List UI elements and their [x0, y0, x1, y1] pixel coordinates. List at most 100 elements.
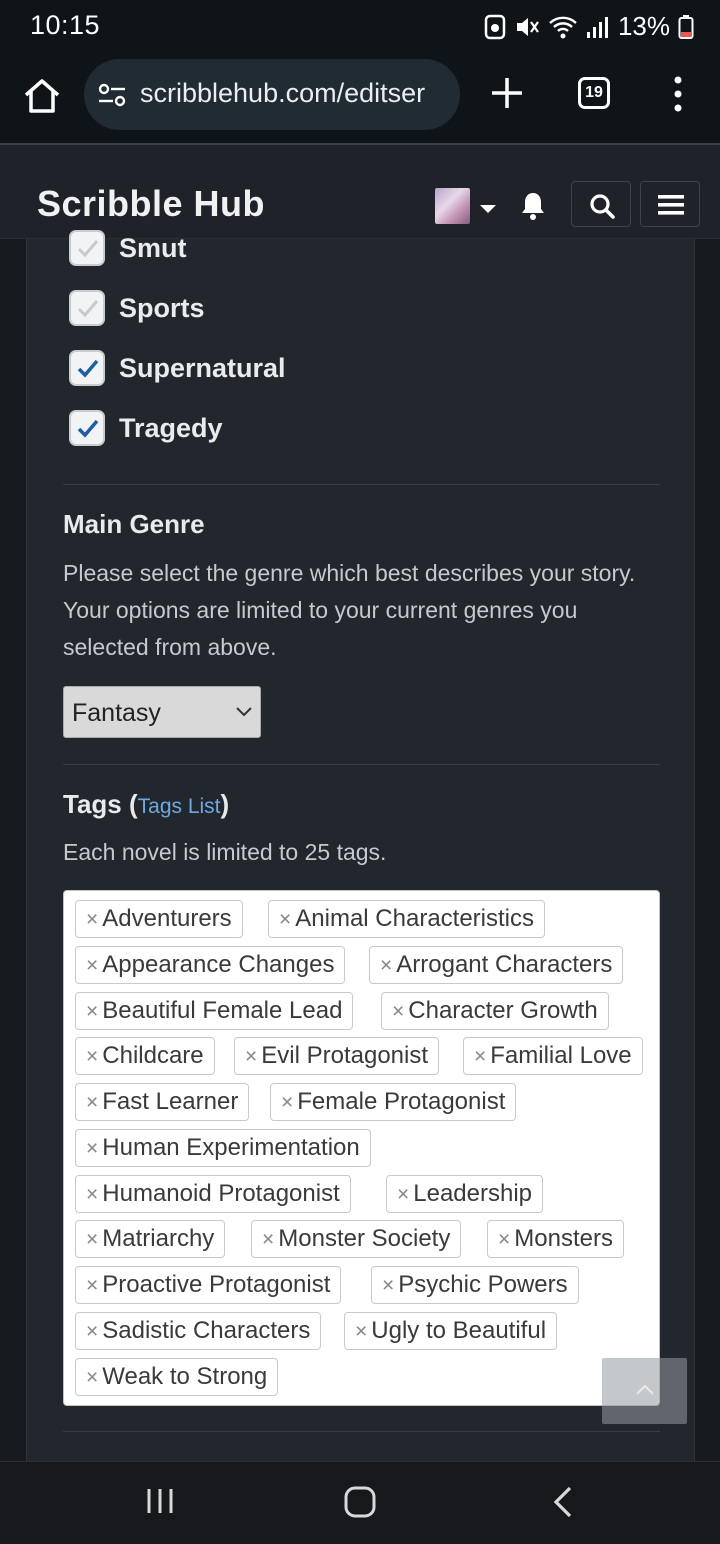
section-divider: [63, 1431, 660, 1432]
remove-tag-icon[interactable]: ×: [86, 1320, 98, 1343]
checkbox[interactable]: [69, 290, 105, 326]
remove-tag-icon[interactable]: ×: [86, 1274, 98, 1297]
home-icon[interactable]: [20, 74, 64, 118]
site-header: Scribble Hub: [0, 145, 720, 239]
remove-tag-icon[interactable]: ×: [86, 1228, 98, 1251]
new-tab-icon[interactable]: [488, 74, 526, 112]
browser-toolbar: scribblehub.com/editser 19: [0, 52, 720, 143]
genre-option-supernatural[interactable]: Supernatural: [69, 348, 286, 388]
section-divider: [63, 764, 660, 765]
tag-chip[interactable]: × Familial Love: [463, 1037, 643, 1075]
remove-tag-icon[interactable]: ×: [86, 1091, 98, 1114]
site-logo[interactable]: Scribble Hub: [37, 183, 265, 225]
bell-icon[interactable]: [519, 191, 547, 221]
recent-apps-icon[interactable]: [146, 1486, 174, 1516]
checkbox[interactable]: [69, 230, 105, 266]
tag-chip[interactable]: × Leadership: [386, 1175, 544, 1213]
genre-label: Tragedy: [119, 412, 223, 443]
genre-option-sports[interactable]: Sports: [69, 288, 205, 328]
tag-chip[interactable]: × Animal Characteristics: [268, 900, 545, 938]
genre-option-smut[interactable]: Smut: [69, 228, 187, 268]
remove-tag-icon[interactable]: ×: [279, 908, 291, 931]
url-text[interactable]: scribblehub.com/editser: [140, 78, 446, 109]
checkbox[interactable]: [69, 350, 105, 386]
tag-chip[interactable]: × Proactive Protagonist: [75, 1266, 342, 1304]
remove-tag-icon[interactable]: ×: [86, 1045, 98, 1068]
battery-percent: 13%: [617, 11, 670, 41]
status-bar: 10:15 13%: [0, 0, 720, 52]
remove-tag-icon[interactable]: ×: [86, 1183, 98, 1206]
tags-heading: Tags (Tags List): [63, 789, 230, 819]
system-nav-bar: [0, 1461, 720, 1544]
hamburger-icon: [658, 195, 684, 215]
remove-tag-icon[interactable]: ×: [380, 954, 392, 977]
remove-tag-icon[interactable]: ×: [281, 1091, 293, 1114]
remove-tag-icon[interactable]: ×: [86, 1137, 98, 1160]
tag-chip[interactable]: × Ugly to Beautiful: [344, 1312, 558, 1350]
main-genre-select[interactable]: Fantasy: [63, 686, 261, 738]
status-time: 10:15: [30, 10, 101, 40]
tags-limit-note: Each novel is limited to 25 tags.: [63, 839, 387, 865]
tag-chip[interactable]: × Female Protagonist: [270, 1083, 517, 1121]
tag-chip[interactable]: × Evil Protagonist: [234, 1037, 440, 1075]
chevron-up-icon: [636, 1384, 654, 1395]
avatar[interactable]: [435, 188, 470, 224]
remove-tag-icon[interactable]: ×: [392, 1000, 404, 1023]
main-genre-description: Please select the genre which best descr…: [63, 560, 636, 660]
tag-chip[interactable]: × Character Growth: [381, 992, 609, 1030]
remove-tag-icon[interactable]: ×: [498, 1228, 510, 1251]
checkbox[interactable]: [69, 410, 105, 446]
genre-option-tragedy[interactable]: Tragedy: [69, 408, 223, 448]
tag-chip[interactable]: × Monsters: [487, 1220, 624, 1258]
remove-tag-icon[interactable]: ×: [397, 1183, 409, 1206]
remove-tag-icon[interactable]: ×: [382, 1274, 394, 1297]
tag-chip[interactable]: × Appearance Changes: [75, 946, 346, 984]
lock-rotate-icon: [484, 14, 506, 39]
tag-chip[interactable]: × Human Experimentation: [75, 1129, 371, 1167]
search-icon: [590, 194, 615, 219]
more-options-icon[interactable]: [670, 74, 686, 114]
remove-tag-icon[interactable]: ×: [245, 1045, 257, 1068]
remove-tag-icon[interactable]: ×: [355, 1320, 367, 1343]
genre-label: Smut: [119, 232, 187, 263]
tags-list-link[interactable]: Tags List: [138, 795, 221, 818]
wifi-icon: [549, 16, 577, 38]
section-divider: [63, 484, 660, 485]
main-genre-selected: Fantasy: [72, 699, 161, 727]
site-settings-icon[interactable]: [98, 83, 126, 107]
remove-tag-icon[interactable]: ×: [86, 954, 98, 977]
tag-chip[interactable]: × Weak to Strong: [75, 1358, 279, 1396]
tag-chip[interactable]: × Beautiful Female Lead: [75, 992, 354, 1030]
home-nav-icon[interactable]: [344, 1486, 376, 1518]
tab-switcher-button[interactable]: 19: [578, 77, 610, 109]
mute-icon: [516, 17, 539, 36]
tag-chip[interactable]: × Psychic Powers: [371, 1266, 579, 1304]
remove-tag-icon[interactable]: ×: [262, 1228, 274, 1251]
status-icons: 13%: [484, 11, 694, 42]
genre-label: Supernatural: [119, 352, 286, 383]
tag-chip[interactable]: × Adventurers: [75, 900, 243, 938]
scroll-to-top-button[interactable]: [602, 1358, 687, 1424]
edit-series-panel: Smut Sports Supernatural Tragedy Main Ge…: [26, 230, 695, 1461]
menu-button[interactable]: [640, 181, 700, 227]
search-button[interactable]: [571, 181, 631, 227]
remove-tag-icon[interactable]: ×: [86, 908, 98, 931]
address-bar[interactable]: scribblehub.com/editser: [84, 59, 460, 130]
tag-chip[interactable]: × Childcare: [75, 1037, 215, 1075]
tag-chip[interactable]: × Fast Learner: [75, 1083, 250, 1121]
battery-icon: [678, 14, 694, 39]
remove-tag-icon[interactable]: ×: [474, 1045, 486, 1068]
main-genre-heading: Main Genre: [63, 509, 205, 539]
remove-tag-icon[interactable]: ×: [86, 1366, 98, 1389]
tags-input[interactable]: × Adventurers × Animal Characteristics × Ap…: [63, 890, 660, 1406]
back-icon[interactable]: [552, 1486, 574, 1518]
tag-chip[interactable]: × Matriarchy: [75, 1220, 226, 1258]
signal-icon: [586, 16, 608, 38]
genre-label: Sports: [119, 292, 205, 323]
remove-tag-icon[interactable]: ×: [86, 1000, 98, 1023]
tag-chip[interactable]: × Sadistic Characters: [75, 1312, 322, 1350]
tag-chip[interactable]: × Humanoid Protagonist: [75, 1175, 351, 1213]
tag-chip[interactable]: × Arrogant Characters: [369, 946, 624, 984]
chevron-down-icon[interactable]: [480, 205, 496, 213]
tag-chip[interactable]: × Monster Society: [251, 1220, 462, 1258]
